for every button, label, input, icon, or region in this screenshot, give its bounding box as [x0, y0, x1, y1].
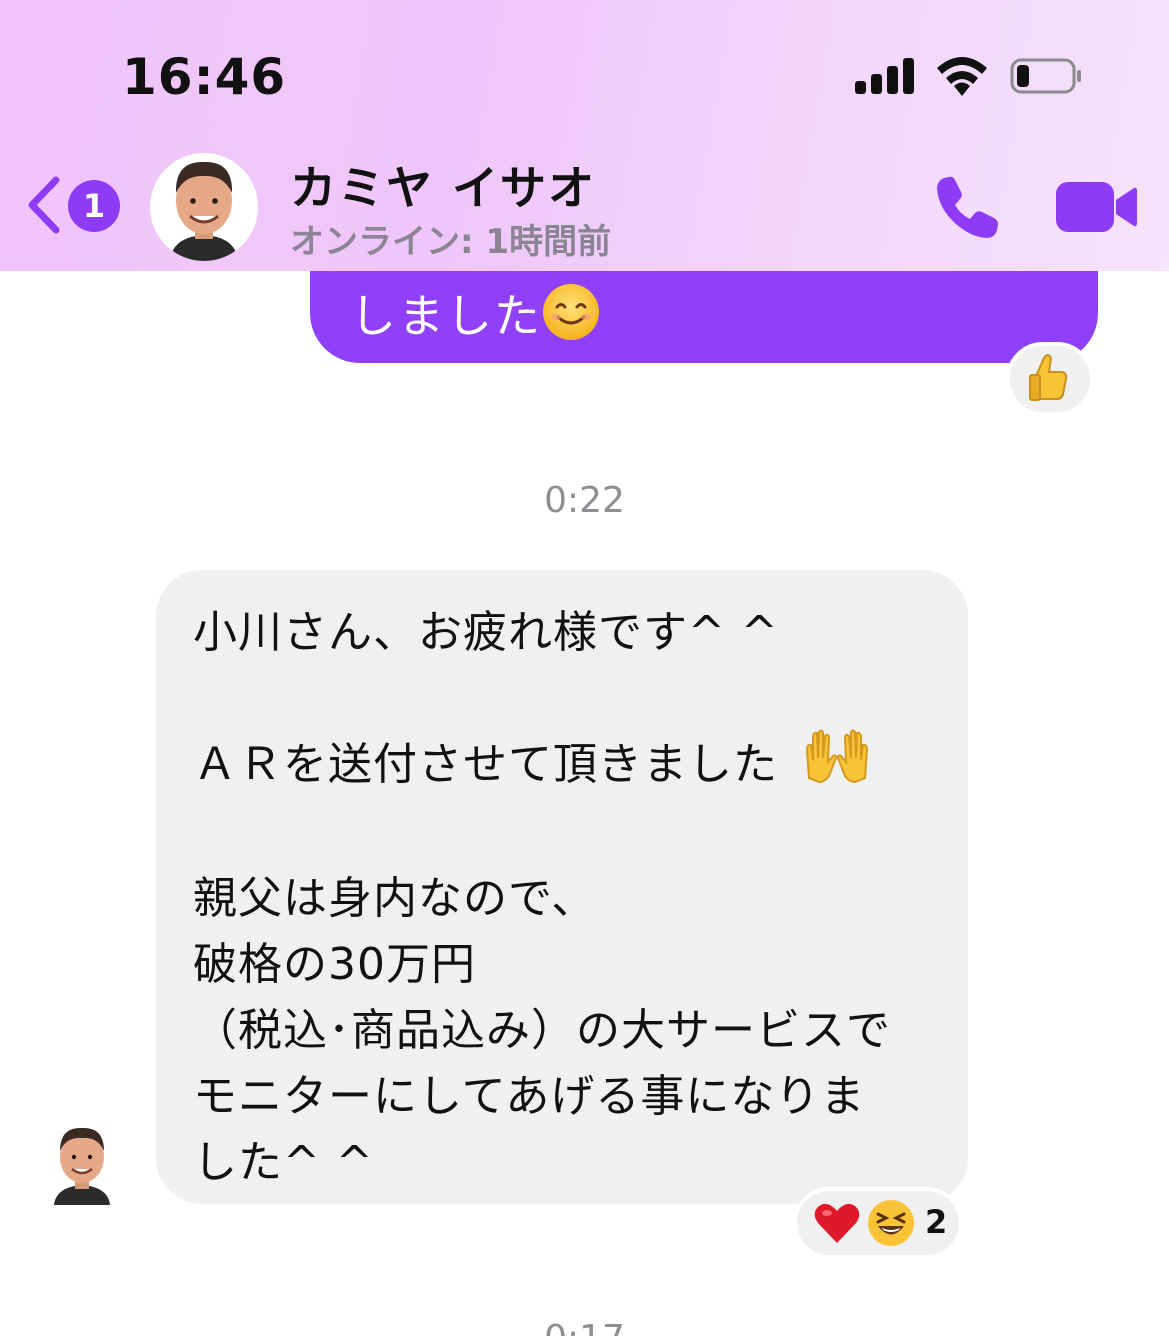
message-line: 小川さん、お疲れ様です^ ^: [193, 607, 779, 658]
message-line: （税込･商品込み）の大サービスで: [193, 1005, 891, 1056]
outgoing-message-text: しました: [350, 289, 542, 343]
video-camera-icon[interactable]: [1054, 178, 1138, 236]
message-line: 破格の30万円: [193, 939, 476, 990]
message-line: ＡＲを送付させて頂きました: [193, 739, 778, 790]
message-line: 親父は身内なので、: [193, 873, 597, 924]
reaction-count: 2: [925, 1203, 948, 1241]
contact-online-status: オンライン: 1時間前: [290, 222, 612, 262]
chat-header: 16:46 1 カミヤ イサオ オンライン: 1時間前: [0, 0, 1169, 271]
thumbs-up-icon: [1029, 354, 1068, 401]
back-button[interactable]: 1: [24, 170, 124, 240]
message-line: モニターにしてあげる事になりま: [193, 1071, 866, 1122]
raising-hands-icon: [805, 729, 869, 784]
sender-avatar[interactable]: [46, 1121, 118, 1205]
phone-icon[interactable]: [930, 172, 1002, 244]
status-bar-time: 16:46: [122, 48, 287, 106]
back-chevron-icon: [28, 176, 60, 234]
message-reactions[interactable]: 2: [793, 1187, 963, 1259]
unread-count-badge: 1: [68, 180, 120, 232]
contact-avatar[interactable]: [150, 153, 258, 261]
battery-low-icon: [1010, 58, 1081, 94]
heart-icon: [814, 1203, 860, 1243]
smiling-face-icon: [543, 284, 599, 340]
cellular-signal-icon: [855, 58, 915, 94]
contact-name[interactable]: カミヤ イサオ: [290, 152, 596, 218]
grinning-squinting-face-icon: [868, 1200, 914, 1246]
wifi-icon: [937, 57, 987, 96]
thumbs-up-reaction[interactable]: [1006, 342, 1094, 416]
chat-screen: しました 0:22 小川さん、お疲れ様です^ ^ ＡＲを送付させて頂きました 親…: [0, 0, 1169, 1336]
next-message-timestamp: 0:17: [0, 1318, 1169, 1336]
message-timestamp: 0:22: [544, 480, 625, 521]
message-line: した^ ^: [193, 1137, 374, 1188]
